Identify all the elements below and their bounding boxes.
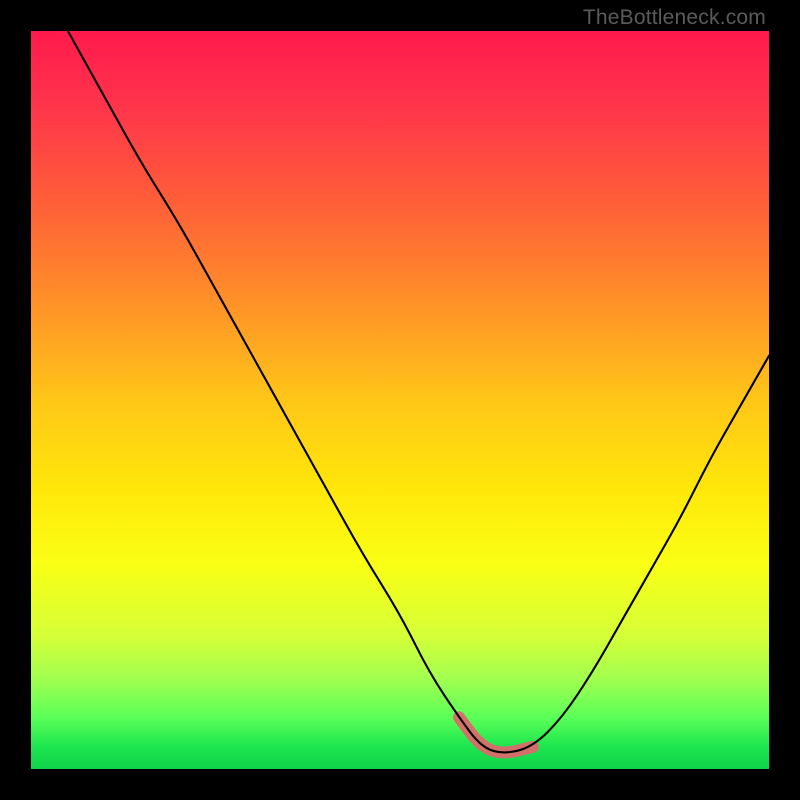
curve-layer	[31, 31, 769, 769]
bottleneck-highlight	[459, 717, 533, 752]
chart-container: TheBottleneck.com	[0, 0, 800, 800]
bottleneck-curve	[68, 31, 769, 752]
watermark-text: TheBottleneck.com	[583, 6, 766, 30]
plot-area	[31, 31, 769, 769]
